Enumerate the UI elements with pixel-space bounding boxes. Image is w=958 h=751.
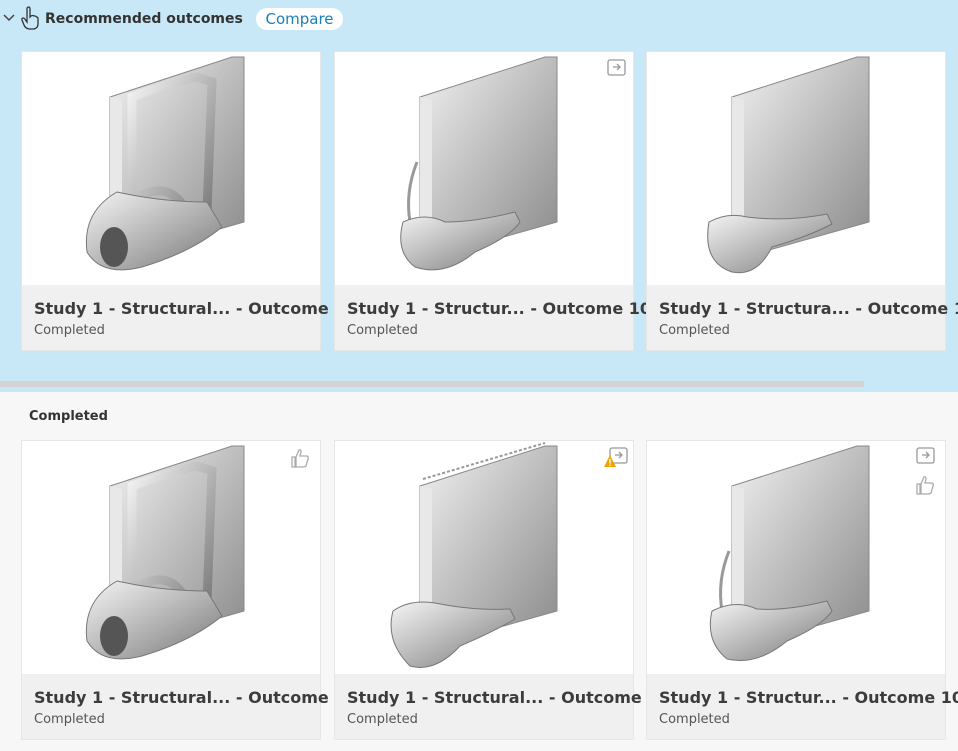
thumbs-up-icon[interactable] xyxy=(915,474,937,496)
outcome-card[interactable]: Study 1 - Structural... - Outcome 8 Comp… xyxy=(21,51,345,351)
thumbs-up-icon[interactable] xyxy=(290,447,312,469)
model-render-outcome-11 xyxy=(707,56,870,274)
outcome-title: Study 1 - Structural... - Outcome 8 xyxy=(34,688,346,707)
outcome-status: Completed xyxy=(34,323,105,338)
outcome-thumbnail xyxy=(22,441,320,674)
outcome-title: Study 1 - Structural... - Outcome 8 xyxy=(34,299,346,318)
outcome-status: Completed xyxy=(347,323,418,338)
completed-section-title: Completed xyxy=(29,409,108,424)
outcome-card[interactable]: Study 1 - Structural... - Outcome 9 Comp… xyxy=(334,440,658,740)
hand-pointer-icon xyxy=(21,6,39,30)
outcome-thumbnail xyxy=(647,52,945,285)
outcome-title: Study 1 - Structur... - Outcome 10 xyxy=(659,688,958,707)
outcome-card[interactable]: Study 1 - Structura... - Outcome 11 Comp… xyxy=(646,51,958,351)
model-render-outcome-10 xyxy=(709,445,870,662)
outcome-thumbnail xyxy=(335,52,633,285)
recommended-section: Recommended outcomes Compare Study 1 - S… xyxy=(0,0,958,392)
outcome-status: Completed xyxy=(659,323,730,338)
outcome-thumbnail xyxy=(335,441,633,674)
section-title: Recommended outcomes xyxy=(45,11,243,27)
export-icon[interactable] xyxy=(606,57,628,79)
outcome-title: Study 1 - Structural... - Outcome 9 xyxy=(347,688,659,707)
warning-icon xyxy=(604,455,616,467)
outcome-title: Study 1 - Structura... - Outcome 11 xyxy=(659,299,958,318)
compare-button[interactable]: Compare xyxy=(256,8,343,30)
model-render-outcome-8 xyxy=(85,445,245,660)
outcome-title: Study 1 - Structur... - Outcome 10 xyxy=(347,299,652,318)
recommended-header: Recommended outcomes Compare xyxy=(0,0,958,38)
model-render-outcome-8 xyxy=(85,56,245,271)
outcome-card[interactable]: Study 1 - Structural... - Outcome 8 Comp… xyxy=(21,440,345,740)
outcome-thumbnail xyxy=(647,441,945,674)
outcome-status: Completed xyxy=(347,712,418,727)
model-render-outcome-10 xyxy=(400,56,558,271)
outcome-card[interactable]: Study 1 - Structur... - Outcome 10 Compl… xyxy=(646,440,958,740)
outcome-thumbnail xyxy=(22,52,320,285)
outcome-status: Completed xyxy=(659,712,730,727)
export-icon[interactable] xyxy=(915,445,937,467)
chevron-down-icon[interactable] xyxy=(2,11,16,25)
outcome-card[interactable]: Study 1 - Structur... - Outcome 10 Compl… xyxy=(334,51,651,351)
horizontal-scrollbar[interactable] xyxy=(0,381,864,387)
model-render-outcome-9 xyxy=(390,442,558,668)
outcome-status: Completed xyxy=(34,712,105,727)
